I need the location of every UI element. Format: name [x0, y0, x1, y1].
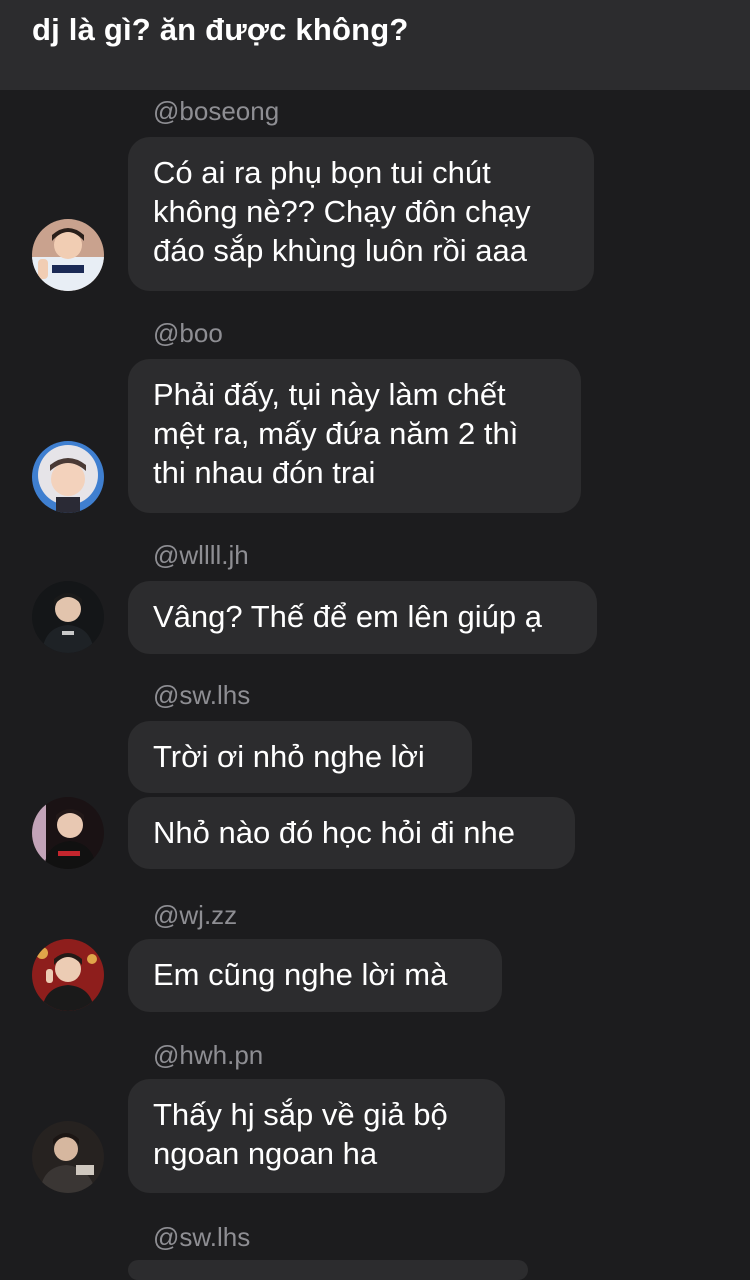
user-avatar[interactable]: [32, 1121, 104, 1193]
message-username[interactable]: @boseong: [153, 96, 279, 127]
chat-header: dj là gì? ăn được không?: [0, 0, 750, 90]
message-bubble[interactable]: Nhỏ nào đó học hỏi đi nhe: [128, 797, 575, 869]
message-list[interactable]: @boseong Có ai ra phụ bọn tui chút không…: [0, 90, 750, 1280]
message-bubble[interactable]: Phải đấy, tụi này làm chết mệt ra, mấy đ…: [128, 359, 581, 513]
message-username[interactable]: @sw.lhs: [153, 680, 250, 711]
user-avatar[interactable]: [32, 219, 104, 291]
message-bubble[interactable]: Em cũng nghe lời mà: [128, 939, 502, 1012]
user-avatar[interactable]: [32, 441, 104, 513]
message-username[interactable]: @wj.zz: [153, 900, 237, 931]
chat-title: dj là gì? ăn được không?: [32, 12, 409, 47]
message-bubble[interactable]: Trời ơi nhỏ nghe lời: [128, 721, 472, 793]
message-bubble[interactable]: Thấy hj sắp về giả bộ ngoan ngoan ha: [128, 1079, 505, 1193]
message-username[interactable]: @wllll.jh: [153, 540, 249, 571]
message-username[interactable]: @boo: [153, 318, 223, 349]
message-bubble[interactable]: Có ai ra phụ bọn tui chút không nè?? Chạ…: [128, 137, 594, 291]
user-avatar[interactable]: [32, 581, 104, 653]
message-bubble[interactable]: [128, 1260, 528, 1280]
message-bubble[interactable]: Vâng? Thế để em lên giúp ạ: [128, 581, 597, 654]
message-username[interactable]: @hwh.pn: [153, 1040, 263, 1071]
message-username[interactable]: @sw.lhs: [153, 1222, 250, 1253]
user-avatar[interactable]: [32, 797, 104, 869]
user-avatar[interactable]: [32, 939, 104, 1011]
